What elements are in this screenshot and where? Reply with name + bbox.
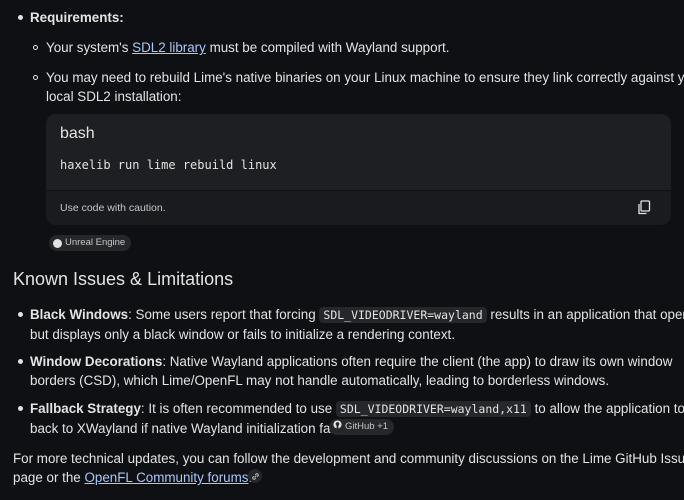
- footer-paragraph: For more technical updates, you can foll…: [13, 451, 684, 485]
- issue-black-windows: Black Windows: Some users report that fo…: [30, 307, 684, 342]
- source-icon: [53, 238, 62, 248]
- requirements-heading: Requirements:: [30, 10, 124, 25]
- bullet: [18, 406, 23, 411]
- link-icon[interactable]: [248, 469, 262, 483]
- source-chip-github[interactable]: GitHub +1: [329, 419, 395, 435]
- bullet: [18, 15, 23, 20]
- code-caution: Use code with caution.: [60, 202, 166, 214]
- code-block-footer: Use code with caution.: [46, 190, 671, 225]
- code-block: bash haxelib run lime rebuild linux Use …: [46, 114, 671, 225]
- github-icon: [333, 419, 342, 435]
- sub-bullet: [33, 45, 38, 50]
- requirement-item-rebuild: You may need to rebuild Lime's native bi…: [46, 70, 684, 104]
- inline-code: SDL_VIDEODRIVER=wayland: [319, 307, 487, 323]
- sub-bullet: [33, 75, 38, 80]
- issue-window-decorations: Window Decorations: Native Wayland appli…: [30, 354, 673, 388]
- requirement-item-sdl2: Your system's SDL2 library must be compi…: [46, 40, 450, 55]
- inline-code: SDL_VIDEODRIVER=wayland,x11: [335, 401, 531, 417]
- code-content[interactable]: haxelib run lime rebuild linux: [60, 156, 277, 175]
- source-chip-unreal[interactable]: Unreal Engine: [49, 235, 132, 251]
- openfl-forums-link[interactable]: OpenFL Community forums: [84, 470, 248, 485]
- bullet: [18, 359, 23, 364]
- bullet: [18, 312, 23, 317]
- copy-icon[interactable]: [637, 200, 651, 215]
- section-title: Known Issues & Limitations: [13, 269, 234, 289]
- sdl2-library-link[interactable]: SDL2 library: [132, 40, 206, 55]
- code-language: bash: [60, 125, 95, 142]
